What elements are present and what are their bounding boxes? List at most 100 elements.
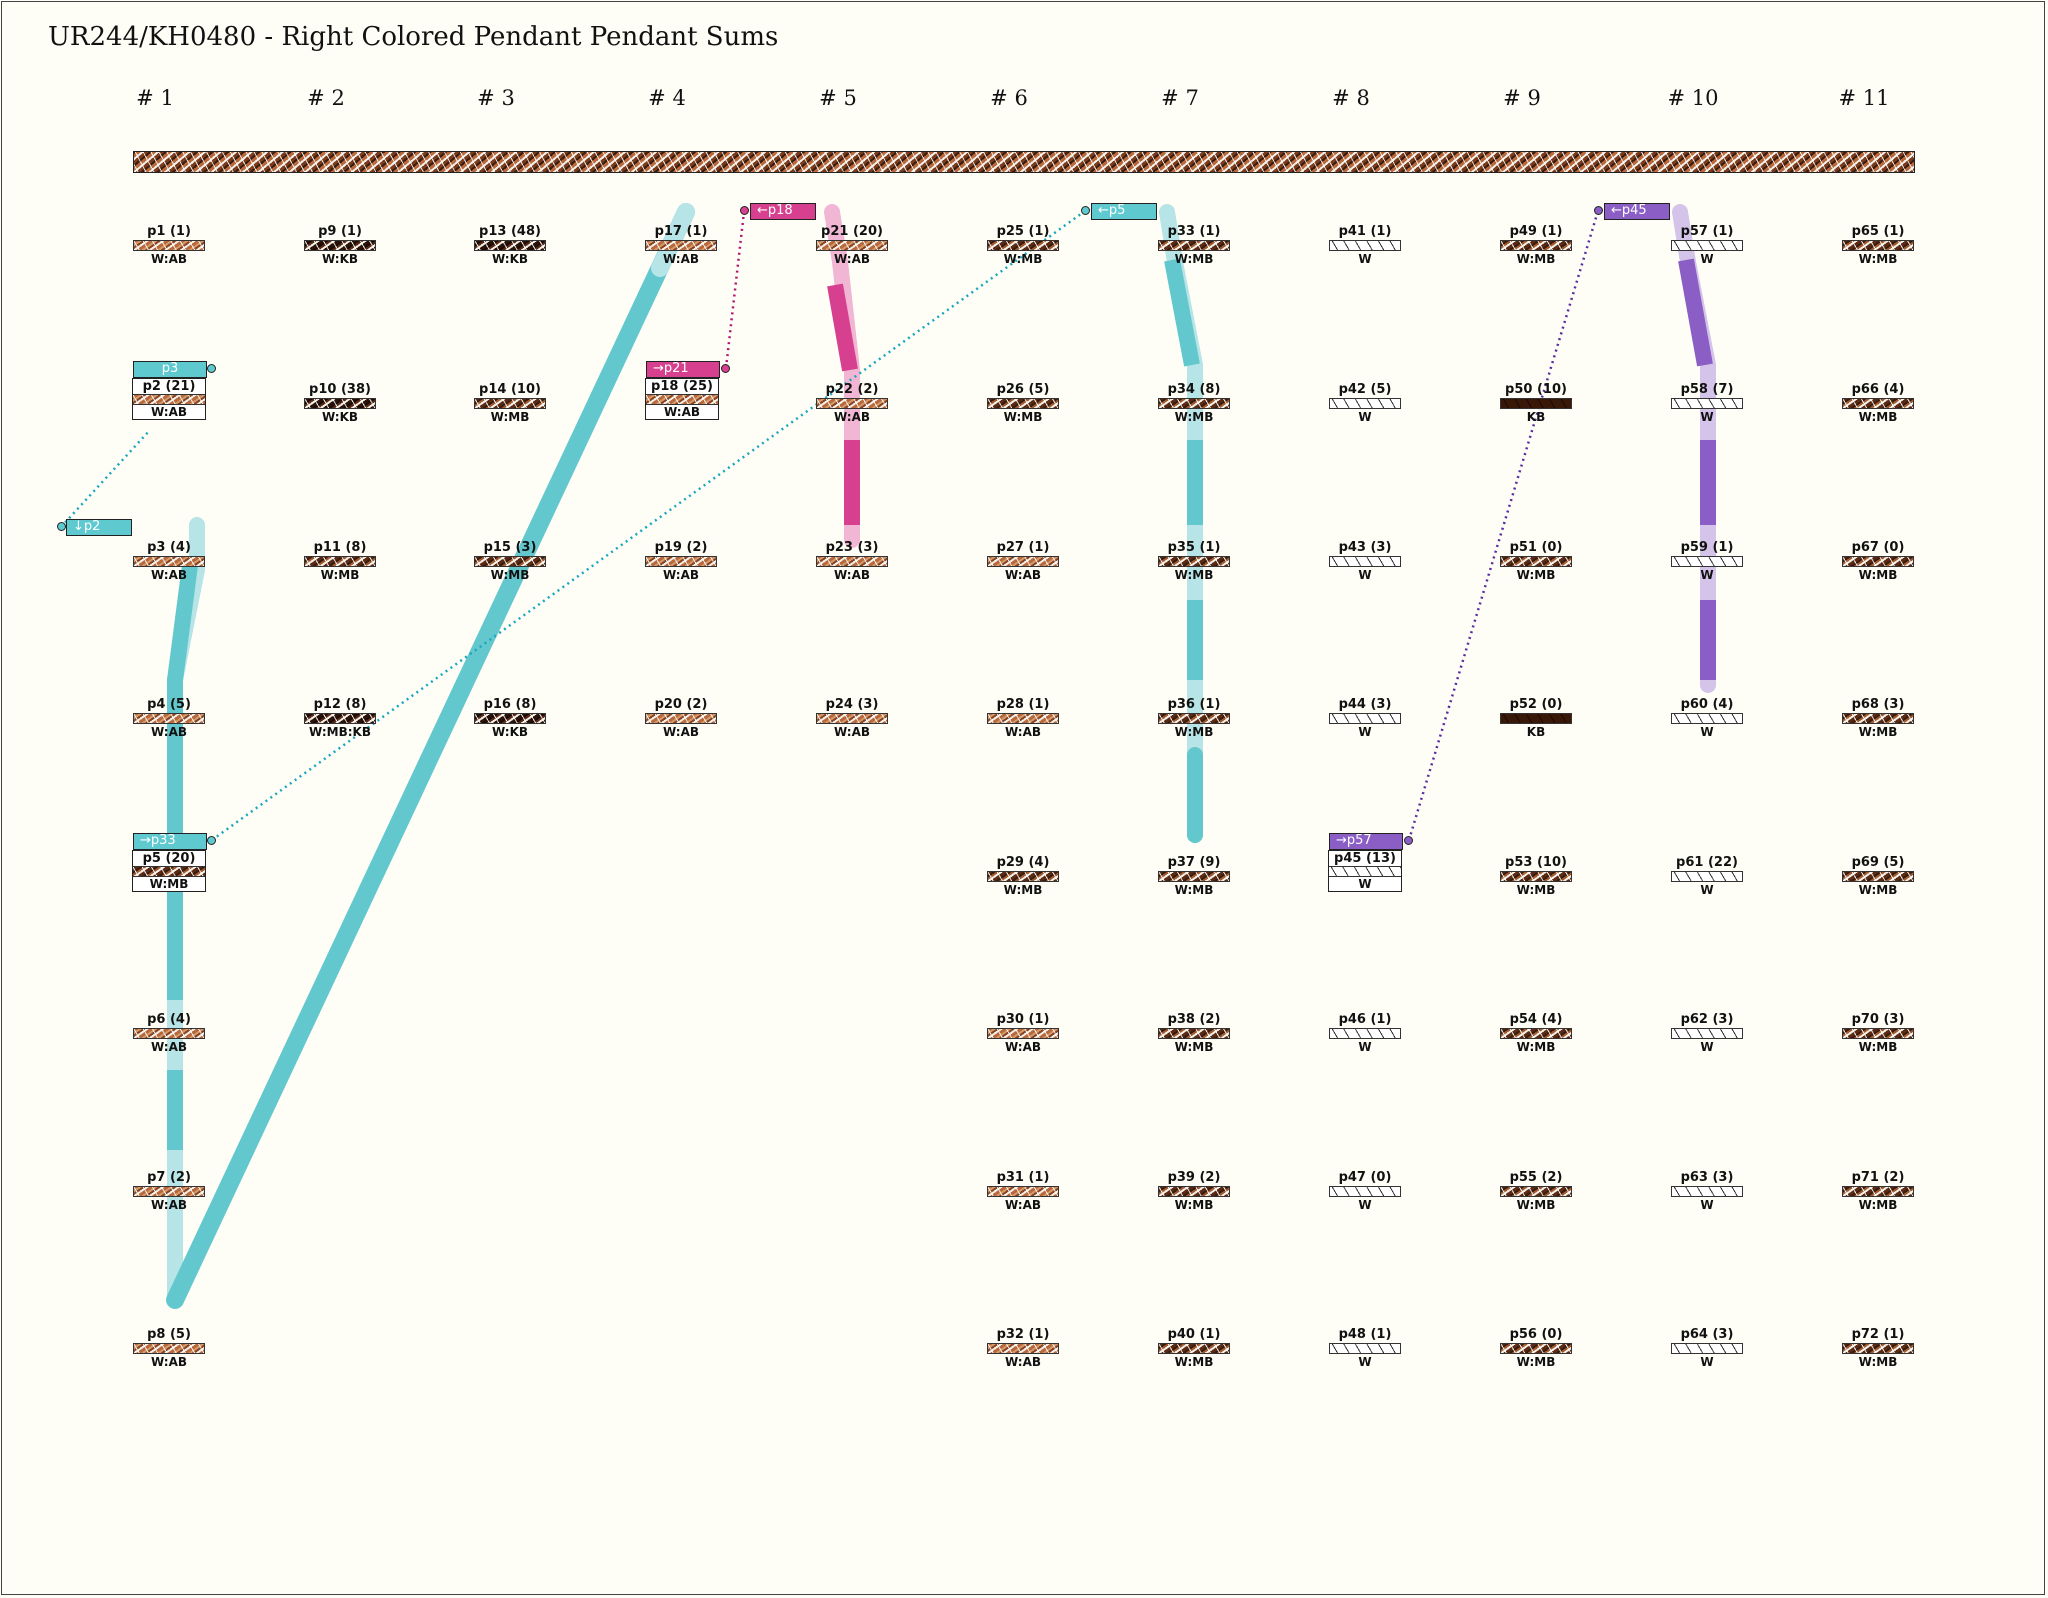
pendant[interactable]: p4 (5) W:AB (133, 697, 205, 739)
pendant[interactable]: p62 (3) W (1671, 1012, 1743, 1054)
pendant[interactable]: p72 (1) W:MB (1842, 1327, 1914, 1369)
pendant[interactable]: p1 (1) W:AB (133, 224, 205, 266)
pendant-boxed[interactable]: p2 (21) W:AB (132, 378, 206, 420)
pendant[interactable]: p47 (0) W (1329, 1170, 1401, 1212)
pendant-color: W:KB (491, 725, 529, 739)
dotted-link (1407, 210, 1600, 841)
pendant-boxed[interactable]: p18 (25) W:AB (645, 378, 719, 420)
pendant[interactable]: p39 (2) W:MB (1158, 1170, 1230, 1212)
pendant-link-tag[interactable]: →p33 (133, 833, 207, 850)
color-swatch (1671, 1186, 1743, 1197)
pendant[interactable]: p38 (2) W:MB (1158, 1012, 1230, 1054)
pendant[interactable]: p49 (1) W:MB (1500, 224, 1572, 266)
color-swatch (1842, 1343, 1914, 1354)
pendant-color: W:MB (1174, 1355, 1214, 1369)
pendant[interactable]: p71 (2) W:MB (1842, 1170, 1914, 1212)
pendant[interactable]: p54 (4) W:MB (1500, 1012, 1572, 1054)
pendant[interactable]: p8 (5) W:AB (133, 1327, 205, 1369)
pendant[interactable]: p46 (1) W (1329, 1012, 1401, 1054)
pendant[interactable]: p7 (2) W:AB (133, 1170, 205, 1212)
pendant-label: p72 (1) (1851, 1327, 1905, 1342)
pendant[interactable]: p15 (3) W:MB (474, 540, 546, 582)
pendant[interactable]: p51 (0) W:MB (1500, 540, 1572, 582)
pendant-label: p33 (1) (1167, 224, 1221, 239)
pendant[interactable]: p22 (2) W:AB (816, 382, 888, 424)
pendant[interactable]: p30 (1) W:AB (987, 1012, 1059, 1054)
pendant-link-tag[interactable]: ←p5 (1091, 203, 1157, 220)
pendant-label: p23 (3) (825, 540, 879, 555)
pendant[interactable]: p12 (8) W:MB:KB (304, 697, 376, 739)
pendant-boxed[interactable]: p45 (13) W (1328, 850, 1402, 892)
pendant[interactable]: p29 (4) W:MB (987, 855, 1059, 897)
pendant[interactable]: p10 (38) W:KB (304, 382, 376, 424)
pendant-label: p47 (0) (1338, 1170, 1392, 1185)
pendant[interactable]: p17 (1) W:AB (645, 224, 717, 266)
pendant[interactable]: p57 (1) W (1671, 224, 1743, 266)
pendant-link-tag[interactable]: ↓p2 (66, 519, 132, 536)
pendant[interactable]: p65 (1) W:MB (1842, 224, 1914, 266)
pendant[interactable]: p44 (3) W (1329, 697, 1401, 739)
pendant[interactable]: p25 (1) W:MB (987, 224, 1059, 266)
pendant[interactable]: p24 (3) W:AB (816, 697, 888, 739)
pendant[interactable]: p52 (0) KB (1500, 697, 1572, 739)
pendant[interactable]: p69 (5) W:MB (1842, 855, 1914, 897)
pendant-link-tag[interactable]: p3 (133, 361, 207, 378)
pendant[interactable]: p31 (1) W:AB (987, 1170, 1059, 1212)
dotted-link (60, 429, 151, 528)
pendant-link-tag[interactable]: ←p45 (1604, 203, 1670, 220)
color-swatch (1158, 240, 1230, 251)
pendant-label: p3 (4) (147, 540, 191, 555)
pendant[interactable]: p59 (1) W (1671, 540, 1743, 582)
pendant[interactable]: p19 (2) W:AB (645, 540, 717, 582)
pendant[interactable]: p53 (10) W:MB (1500, 855, 1572, 897)
pendant[interactable]: p23 (3) W:AB (816, 540, 888, 582)
pendant[interactable]: p56 (0) W:MB (1500, 1327, 1572, 1369)
pendant[interactable]: p9 (1) W:KB (304, 224, 376, 266)
pendant[interactable]: p61 (22) W (1671, 855, 1743, 897)
pendant[interactable]: p33 (1) W:MB (1158, 224, 1230, 266)
pendant-color: W:MB (1174, 725, 1214, 739)
pendant[interactable]: p63 (3) W (1671, 1170, 1743, 1212)
pendant[interactable]: p14 (10) W:MB (474, 382, 546, 424)
color-swatch (645, 240, 717, 251)
pendant-color: W:AB (150, 725, 188, 739)
pendant[interactable]: p21 (20) W:AB (816, 224, 888, 266)
pendant-label: p28 (1) (996, 697, 1050, 712)
pendant[interactable]: p6 (4) W:AB (133, 1012, 205, 1054)
pendant[interactable]: p64 (3) W (1671, 1327, 1743, 1369)
pendant[interactable]: p3 (4) W:AB (133, 540, 205, 582)
pendant-link-tag[interactable]: →p21 (646, 361, 720, 378)
pendant[interactable]: p58 (7) W (1671, 382, 1743, 424)
pendant[interactable]: p68 (3) W:MB (1842, 697, 1914, 739)
pendant[interactable]: p70 (3) W:MB (1842, 1012, 1914, 1054)
pendant[interactable]: p50 (10) KB (1500, 382, 1572, 424)
pendant[interactable]: p35 (1) W:MB (1158, 540, 1230, 582)
pendant[interactable]: p36 (1) W:MB (1158, 697, 1230, 739)
link-dot (207, 364, 216, 373)
pendant[interactable]: p34 (8) W:MB (1158, 382, 1230, 424)
pendant[interactable]: p43 (3) W (1329, 540, 1401, 582)
pendant[interactable]: p26 (5) W:MB (987, 382, 1059, 424)
pendant-link-tag[interactable]: ←p18 (750, 203, 816, 220)
pendant[interactable]: p27 (1) W:AB (987, 540, 1059, 582)
pendant[interactable]: p41 (1) W (1329, 224, 1401, 266)
pendant[interactable]: p66 (4) W:MB (1842, 382, 1914, 424)
pendant[interactable]: p20 (2) W:AB (645, 697, 717, 739)
pendant[interactable]: p28 (1) W:AB (987, 697, 1059, 739)
pendant[interactable]: p37 (9) W:MB (1158, 855, 1230, 897)
pendant[interactable]: p11 (8) W:MB (304, 540, 376, 582)
pendant[interactable]: p32 (1) W:AB (987, 1327, 1059, 1369)
pendant[interactable]: p42 (5) W (1329, 382, 1401, 424)
pendant[interactable]: p48 (1) W (1329, 1327, 1401, 1369)
pendant[interactable]: p67 (0) W:MB (1842, 540, 1914, 582)
pendant-label: p57 (1) (1680, 224, 1734, 239)
pendant-label: p25 (1) (996, 224, 1050, 239)
pendant[interactable]: p13 (48) W:KB (474, 224, 546, 266)
pendant[interactable]: p55 (2) W:MB (1500, 1170, 1572, 1212)
pendant[interactable]: p60 (4) W (1671, 697, 1743, 739)
pendant[interactable]: p16 (8) W:KB (474, 697, 546, 739)
pendant-link-tag[interactable]: →p57 (1329, 833, 1403, 850)
color-swatch (1842, 398, 1914, 409)
pendant-boxed[interactable]: p5 (20) W:MB (132, 850, 206, 892)
pendant[interactable]: p40 (1) W:MB (1158, 1327, 1230, 1369)
